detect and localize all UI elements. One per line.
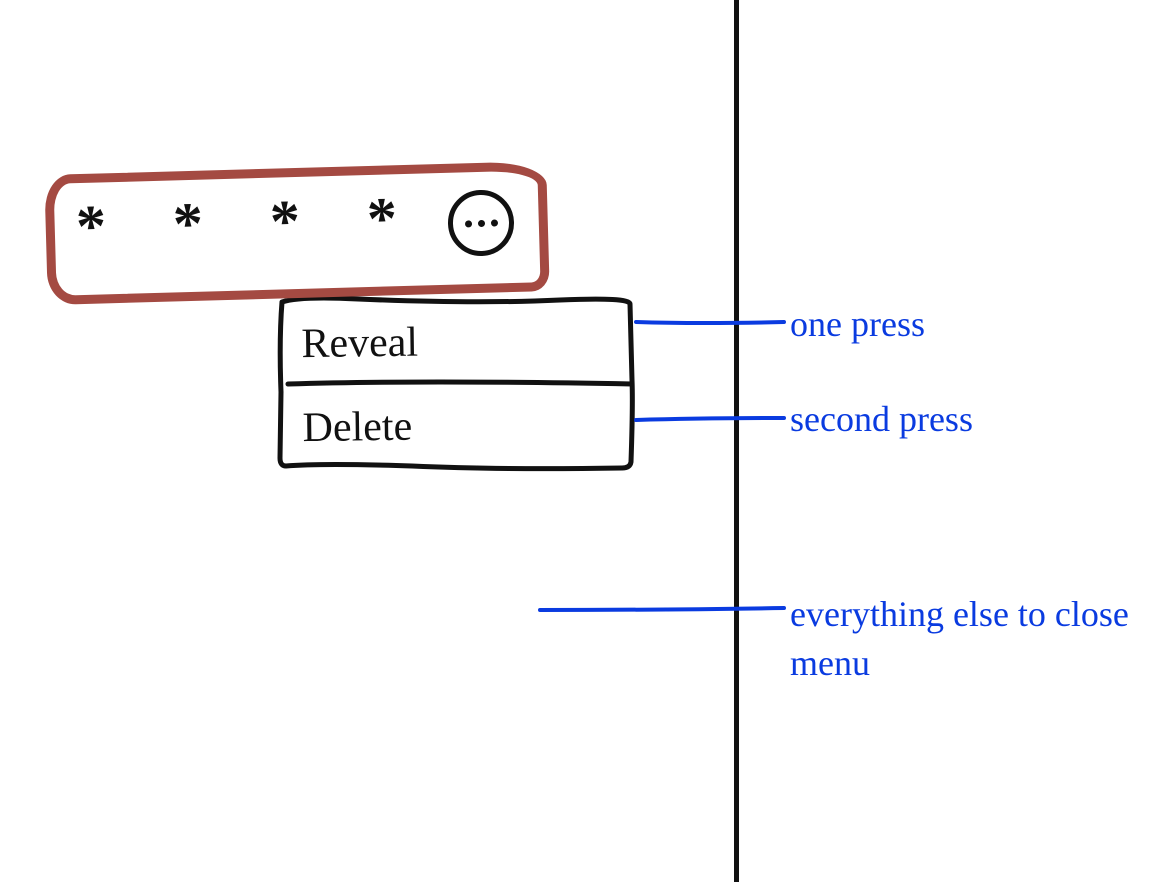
layout-divider: [734, 0, 739, 882]
annotation-close-menu: everything else to close menu: [790, 590, 1140, 687]
context-menu: Reveal Delete: [279, 298, 633, 471]
annotation-second-press: second press: [790, 395, 973, 444]
sketch-canvas: * * * * Reveal Delete one press second p…: [0, 0, 1170, 882]
annotation-one-press: one press: [790, 300, 925, 349]
menu-item-reveal[interactable]: Reveal: [279, 297, 654, 386]
password-masked-value: * * * *: [75, 183, 424, 261]
ellipsis-dot: [490, 219, 497, 226]
ellipsis-dot: [477, 219, 484, 226]
ellipsis-dot: [464, 220, 471, 227]
menu-item-delete[interactable]: Delete: [280, 381, 655, 470]
